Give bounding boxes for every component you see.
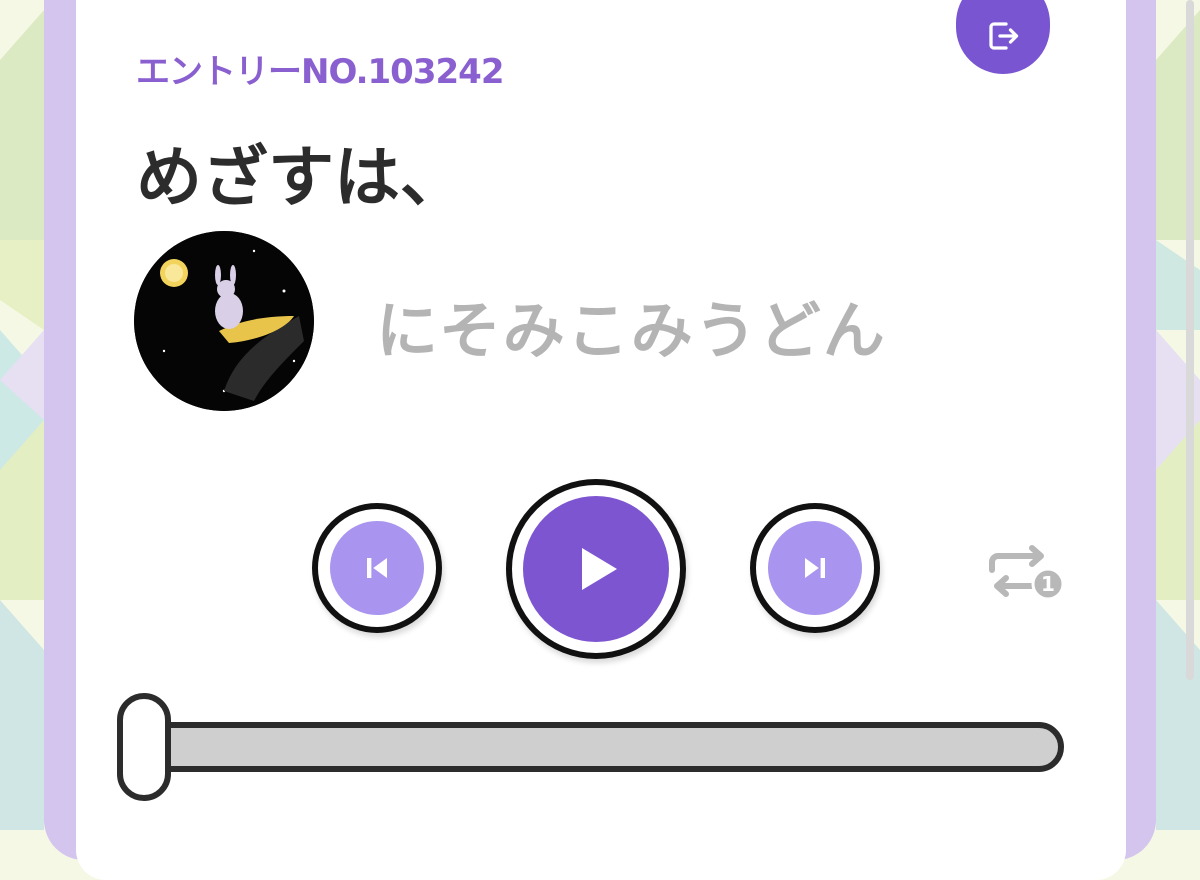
next-button[interactable] — [750, 503, 880, 633]
scrollbar[interactable] — [1186, 0, 1194, 680]
skip-previous-icon — [367, 558, 387, 578]
repeat-one-button[interactable]: 1 — [978, 540, 1068, 606]
repeat-count-badge: 1 — [1041, 572, 1055, 596]
seek-bar-track[interactable] — [122, 722, 1064, 772]
artist-name: にそみこみうどん — [376, 294, 887, 367]
exit-icon — [989, 22, 1019, 50]
artist-avatar — [134, 231, 314, 411]
skip-next-icon — [805, 558, 825, 578]
previous-button[interactable] — [312, 503, 442, 633]
play-button[interactable] — [506, 479, 686, 659]
seek-bar-thumb[interactable] — [117, 693, 171, 801]
play-icon — [582, 548, 617, 590]
song-title: めざすは、 — [136, 139, 466, 216]
entry-number: エントリーNO.103242 — [136, 52, 504, 92]
